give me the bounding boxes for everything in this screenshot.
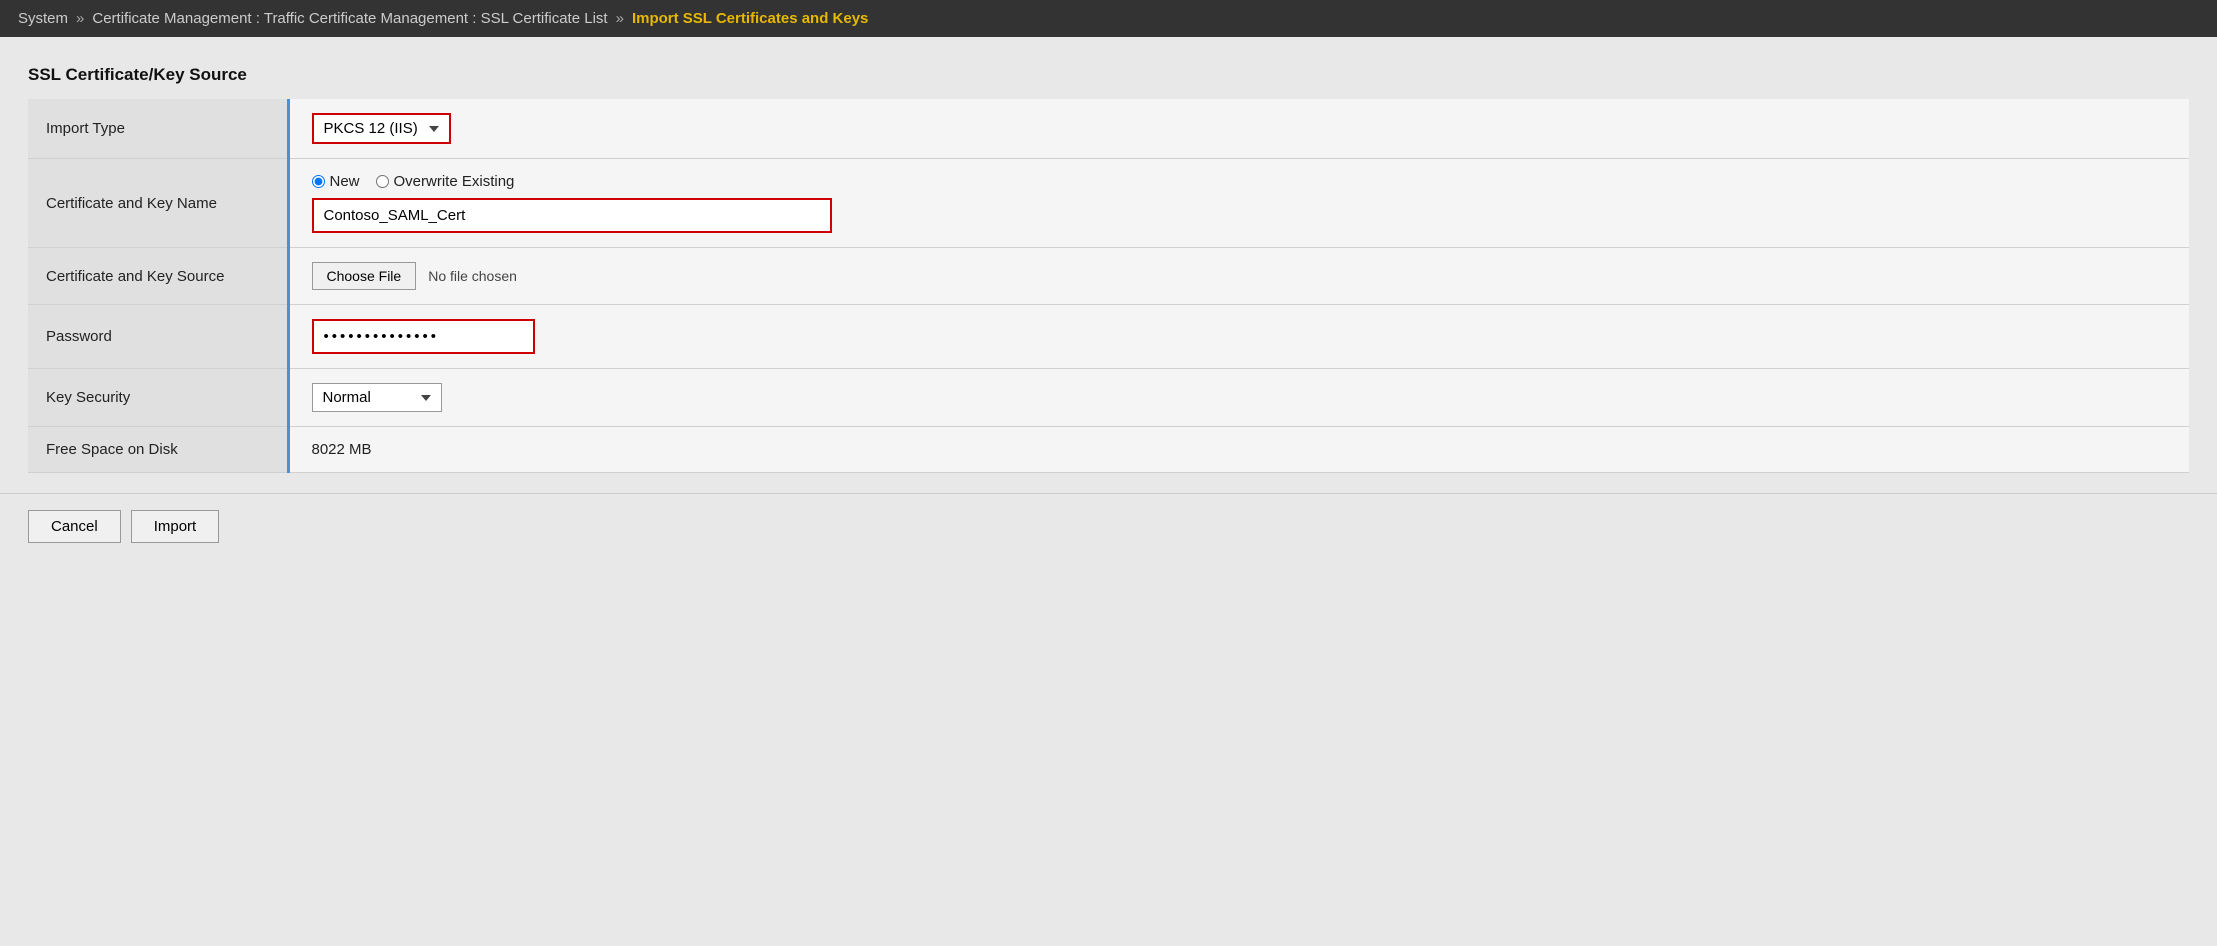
password-label: Password xyxy=(28,305,288,369)
form-table: Import Type PKCS 12 (IIS) PEM DER PKCS 7… xyxy=(28,99,2189,473)
cert-key-name-label: Certificate and Key Name xyxy=(28,159,288,248)
radio-overwrite[interactable] xyxy=(376,175,389,188)
password-value-cell xyxy=(288,305,2189,369)
password-row: Password xyxy=(28,305,2189,369)
breadcrumb-cert-mgmt: Certificate Management : Traffic Certifi… xyxy=(92,10,607,27)
breadcrumb-sep-1: » xyxy=(76,10,84,27)
free-space-row: Free Space on Disk 8022 MB xyxy=(28,427,2189,473)
key-security-select-wrapper[interactable]: Normal High FIPS xyxy=(312,383,442,412)
breadcrumb-sep-2: » xyxy=(616,10,624,27)
password-input[interactable] xyxy=(312,319,535,354)
file-section: Choose File No file chosen xyxy=(312,262,2172,290)
breadcrumb-system: System xyxy=(18,10,68,27)
key-security-label: Key Security xyxy=(28,369,288,427)
import-type-select[interactable]: PKCS 12 (IIS) PEM DER PKCS 7 xyxy=(324,120,419,137)
import-type-value-cell: PKCS 12 (IIS) PEM DER PKCS 7 xyxy=(288,99,2189,159)
breadcrumb-current: Import SSL Certificates and Keys xyxy=(632,10,868,27)
import-type-row: Import Type PKCS 12 (IIS) PEM DER PKCS 7 xyxy=(28,99,2189,159)
cancel-button[interactable]: Cancel xyxy=(28,510,121,543)
cert-key-source-row: Certificate and Key Source Choose File N… xyxy=(28,248,2189,305)
choose-file-button[interactable]: Choose File xyxy=(312,262,417,290)
section-title: SSL Certificate/Key Source xyxy=(28,65,2189,85)
radio-overwrite-label[interactable]: Overwrite Existing xyxy=(376,173,515,190)
import-button[interactable]: Import xyxy=(131,510,220,543)
cert-key-source-value-cell: Choose File No file chosen xyxy=(288,248,2189,305)
radio-overwrite-text: Overwrite Existing xyxy=(394,173,515,190)
breadcrumb: System » Certificate Management : Traffi… xyxy=(0,0,2217,37)
key-security-select[interactable]: Normal High FIPS xyxy=(323,389,411,406)
cert-key-name-row: Certificate and Key Name New Overwrite E… xyxy=(28,159,2189,248)
cert-name-input[interactable] xyxy=(312,198,832,233)
import-type-select-wrapper[interactable]: PKCS 12 (IIS) PEM DER PKCS 7 xyxy=(312,113,451,144)
key-security-value-cell: Normal High FIPS xyxy=(288,369,2189,427)
cert-key-name-value-cell: New Overwrite Existing xyxy=(288,159,2189,248)
free-space-label: Free Space on Disk xyxy=(28,427,288,473)
import-type-chevron-icon xyxy=(429,126,439,132)
key-security-row: Key Security Normal High FIPS xyxy=(28,369,2189,427)
no-file-text: No file chosen xyxy=(428,268,517,284)
radio-row: New Overwrite Existing xyxy=(312,173,2172,190)
cert-key-source-label: Certificate and Key Source xyxy=(28,248,288,305)
import-type-label: Import Type xyxy=(28,99,288,159)
radio-new[interactable] xyxy=(312,175,325,188)
free-space-value-cell: 8022 MB xyxy=(288,427,2189,473)
radio-new-text: New xyxy=(330,173,360,190)
radio-new-label[interactable]: New xyxy=(312,173,360,190)
disk-space-value: 8022 MB xyxy=(312,441,372,458)
action-bar: Cancel Import xyxy=(0,493,2217,559)
key-security-chevron-icon xyxy=(421,395,431,401)
page-content: SSL Certificate/Key Source Import Type P… xyxy=(0,37,2217,493)
